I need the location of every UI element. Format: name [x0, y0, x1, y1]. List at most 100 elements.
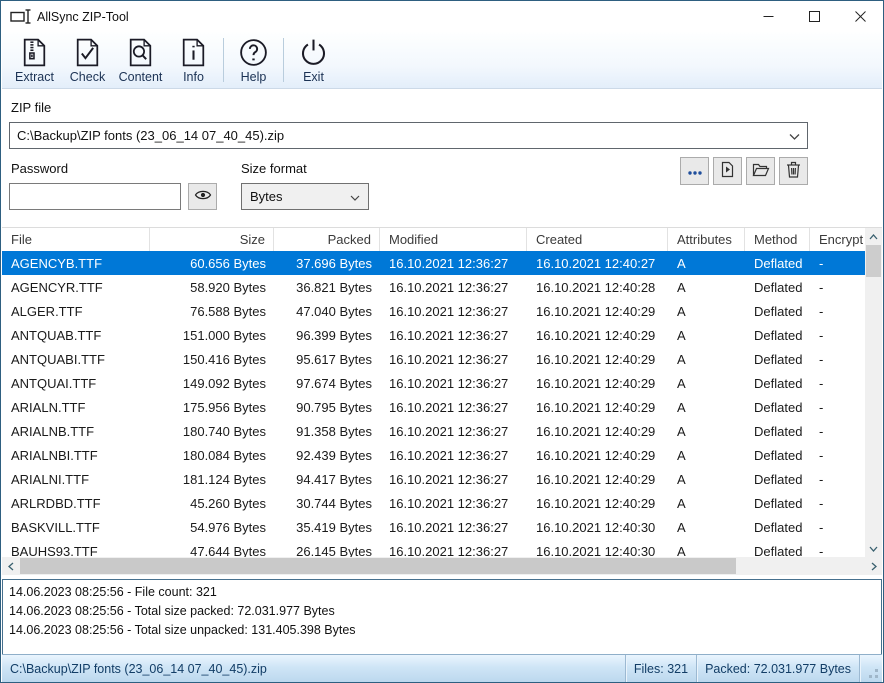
cell-modified: 16.10.2021 12:36:27 [380, 323, 527, 347]
table-row[interactable]: BAUHS93.TTF47.644 Bytes26.145 Bytes16.10… [2, 539, 865, 557]
column-header-attributes[interactable]: Attributes [668, 228, 745, 251]
cell-file: ARIALNBI.TTF [2, 443, 150, 467]
search-document-icon [124, 36, 157, 69]
table-row[interactable]: ANTQUAB.TTF151.000 Bytes96.399 Bytes16.1… [2, 323, 865, 347]
log-line: 14.06.2023 08:25:56 - Total size unpacke… [9, 621, 881, 640]
cell-size: 175.956 Bytes [150, 395, 274, 419]
cell-encrypted: - [810, 539, 865, 557]
scroll-up-icon[interactable] [865, 228, 882, 245]
table-row[interactable]: ARIALNB.TTF180.740 Bytes91.358 Bytes16.1… [2, 419, 865, 443]
cell-packed: 26.145 Bytes [274, 539, 380, 557]
close-button[interactable] [837, 1, 883, 32]
scroll-down-icon[interactable] [865, 540, 882, 557]
title-bar[interactable]: AllSync ZIP-Tool [1, 1, 883, 32]
cell-file: ARLRDBD.TTF [2, 491, 150, 515]
file-run-icon [719, 161, 736, 181]
cell-modified: 16.10.2021 12:36:27 [380, 491, 527, 515]
scroll-left-icon[interactable] [2, 557, 19, 575]
table-row[interactable]: ALGER.TTF76.588 Bytes47.040 Bytes16.10.2… [2, 299, 865, 323]
cell-method: Deflated [745, 491, 810, 515]
trash-icon [786, 161, 801, 181]
cell-file: BASKVILL.TTF [2, 515, 150, 539]
content-button[interactable]: Content [114, 32, 167, 88]
table-row[interactable]: ARIALN.TTF175.956 Bytes90.795 Bytes16.10… [2, 395, 865, 419]
cell-file: ARIALNB.TTF [2, 419, 150, 443]
help-label: Help [241, 70, 267, 84]
table-body: AGENCYB.TTF60.656 Bytes37.696 Bytes16.10… [2, 251, 865, 557]
cell-created: 16.10.2021 12:40:29 [527, 419, 668, 443]
cell-created: 16.10.2021 12:40:29 [527, 395, 668, 419]
cell-created: 16.10.2021 12:40:30 [527, 539, 668, 557]
cell-packed: 35.419 Bytes [274, 515, 380, 539]
open-folder-button[interactable] [746, 157, 775, 185]
column-header-packed[interactable]: Packed [274, 228, 380, 251]
cell-packed: 30.744 Bytes [274, 491, 380, 515]
vertical-scroll-thumb[interactable] [866, 245, 881, 277]
horizontal-scroll-thumb[interactable] [20, 558, 736, 574]
help-button[interactable]: Help [227, 32, 280, 88]
cell-created: 16.10.2021 12:40:29 [527, 443, 668, 467]
column-header-size[interactable]: Size [150, 228, 274, 251]
cell-attributes: A [668, 275, 745, 299]
table-row[interactable]: ARLRDBD.TTF45.260 Bytes30.744 Bytes16.10… [2, 491, 865, 515]
cell-packed: 92.439 Bytes [274, 443, 380, 467]
zip-file-combobox[interactable]: C:\Backup\ZIP fonts (23_06_14 07_40_45).… [9, 122, 808, 149]
column-header-file[interactable]: File [2, 228, 150, 251]
chevron-down-icon[interactable] [789, 128, 800, 143]
cell-size: 58.920 Bytes [150, 275, 274, 299]
exit-button[interactable]: Exit [287, 32, 340, 88]
cell-encrypted: - [810, 251, 865, 275]
table-row[interactable]: AGENCYB.TTF60.656 Bytes37.696 Bytes16.10… [2, 251, 865, 275]
column-header-encrypted[interactable]: Encrypt [810, 228, 865, 251]
help-icon [237, 36, 270, 69]
cell-size: 181.124 Bytes [150, 467, 274, 491]
cell-created: 16.10.2021 12:40:29 [527, 491, 668, 515]
cell-method: Deflated [745, 443, 810, 467]
cell-method: Deflated [745, 347, 810, 371]
check-document-icon [71, 36, 104, 69]
delete-button[interactable] [779, 157, 808, 185]
password-visibility-button[interactable] [188, 183, 217, 210]
info-button[interactable]: Info [167, 32, 220, 88]
table-row[interactable]: ANTQUABI.TTF150.416 Bytes95.617 Bytes16.… [2, 347, 865, 371]
resize-grip[interactable] [860, 655, 882, 682]
cell-attributes: A [668, 299, 745, 323]
table-row[interactable]: ARIALNI.TTF181.124 Bytes94.417 Bytes16.1… [2, 467, 865, 491]
ellipsis-icon [687, 164, 703, 179]
table-row[interactable]: BASKVILL.TTF54.976 Bytes35.419 Bytes16.1… [2, 515, 865, 539]
cell-encrypted: - [810, 347, 865, 371]
table-row[interactable]: AGENCYR.TTF58.920 Bytes36.821 Bytes16.10… [2, 275, 865, 299]
column-header-modified[interactable]: Modified [380, 228, 527, 251]
minimize-button[interactable] [745, 1, 791, 32]
extract-button[interactable]: Extract [8, 32, 61, 88]
column-header-method[interactable]: Method [745, 228, 810, 251]
cell-created: 16.10.2021 12:40:29 [527, 371, 668, 395]
log-panel[interactable]: 14.06.2023 08:25:56 - File count: 321 14… [2, 579, 882, 656]
status-files-count: Files: 321 [626, 655, 696, 682]
status-packed-size: Packed: 72.031.977 Bytes [697, 655, 859, 682]
cell-encrypted: - [810, 443, 865, 467]
cell-method: Deflated [745, 251, 810, 275]
cell-file: ANTQUAB.TTF [2, 323, 150, 347]
cell-size: 47.644 Bytes [150, 539, 274, 557]
size-format-select[interactable]: Bytes [241, 183, 369, 210]
cell-method: Deflated [745, 299, 810, 323]
horizontal-scrollbar[interactable] [2, 557, 882, 575]
table-row[interactable]: ANTQUAI.TTF149.092 Bytes97.674 Bytes16.1… [2, 371, 865, 395]
password-input[interactable] [9, 183, 181, 210]
status-bar: C:\Backup\ZIP fonts (23_06_14 07_40_45).… [2, 654, 882, 682]
cell-attributes: A [668, 467, 745, 491]
eye-icon [194, 189, 212, 204]
status-path: C:\Backup\ZIP fonts (23_06_14 07_40_45).… [2, 655, 625, 682]
open-archive-button[interactable] [713, 157, 742, 185]
browse-button[interactable] [680, 157, 709, 185]
maximize-button[interactable] [791, 1, 837, 32]
table-header[interactable]: FileSizePackedModifiedCreatedAttributesM… [2, 228, 865, 251]
column-header-created[interactable]: Created [527, 228, 668, 251]
scroll-right-icon[interactable] [865, 557, 882, 575]
table-row[interactable]: ARIALNBI.TTF180.084 Bytes92.439 Bytes16.… [2, 443, 865, 467]
toolbar: Extract Check Content [2, 32, 882, 89]
cell-encrypted: - [810, 515, 865, 539]
vertical-scrollbar[interactable] [865, 228, 882, 557]
check-button[interactable]: Check [61, 32, 114, 88]
